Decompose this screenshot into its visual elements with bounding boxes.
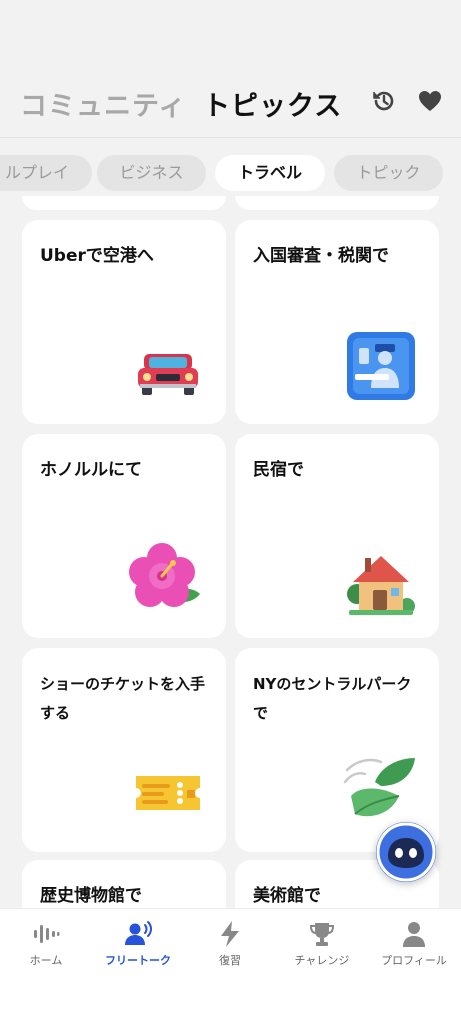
topic-card[interactable]: 歴史博物館で (22, 860, 226, 908)
assistant-fab-button[interactable] (376, 822, 436, 882)
tab-topics[interactable]: トピックス (203, 84, 342, 123)
card-title: NYのセントラルパークで (253, 675, 412, 722)
history-icon[interactable] (370, 87, 398, 115)
soundwave-icon (34, 925, 60, 943)
bottom-navigation: ホーム フリートーク 復習 チャレンジ プロフィール (0, 908, 461, 1025)
nav-label: チャレンジ (294, 954, 350, 967)
nav-free-talk[interactable]: フリートーク (92, 919, 184, 968)
topic-card[interactable]: ホノルルにて (22, 434, 226, 638)
car-icon (138, 354, 198, 395)
tab-community[interactable]: コミュニティ (20, 84, 186, 123)
card-title: Uberで空港へ (40, 246, 154, 266)
robot-mascot-icon (376, 822, 436, 882)
trophy-icon (309, 923, 335, 946)
nav-challenge[interactable]: チャレンジ (276, 919, 368, 968)
card-title: 歴史博物館で (40, 886, 142, 906)
chip-topic[interactable]: トピック (334, 155, 443, 191)
nav-label: ホーム (29, 954, 63, 967)
house-icon (347, 556, 415, 615)
topic-grid: Uberで空港へ 入国審査・税関で ホノルルにて 民宿で ショーのチケットを入手… (0, 196, 461, 908)
chip-business[interactable]: ビジネス (97, 155, 206, 191)
ticket-icon (136, 776, 200, 810)
top-header: コミュニティ トピックス (0, 0, 461, 137)
heart-icon[interactable] (416, 87, 444, 115)
card-title: 美術館で (253, 886, 321, 906)
nav-profile[interactable]: プロフィール (368, 919, 460, 968)
card-title: ホノルルにて (40, 460, 142, 480)
chip-travel[interactable]: トラベル (215, 155, 325, 191)
card-title: 民宿で (253, 460, 304, 480)
topic-card[interactable]: 入国審査・税関で (235, 220, 439, 424)
nav-label: フリートーク (105, 954, 171, 967)
card-title: ショーのチケットを入手する (40, 675, 206, 722)
nav-label: 復習 (219, 954, 241, 967)
card-partial (22, 196, 226, 210)
nav-review[interactable]: 復習 (184, 919, 276, 968)
category-chips: ルプレイ ビジネス トラベル トピック (0, 155, 461, 191)
customs-officer-icon (347, 332, 415, 400)
hibiscus-icon (129, 543, 200, 607)
topic-card[interactable]: 民宿で (235, 434, 439, 638)
chip-roleplay[interactable]: ルプレイ (0, 155, 92, 191)
header-divider (0, 137, 461, 138)
nav-home[interactable]: ホーム (0, 919, 92, 968)
nav-label: プロフィール (381, 954, 447, 967)
card-title: 入国審査・税関で (253, 246, 389, 266)
card-partial (235, 196, 439, 210)
person-icon (403, 922, 425, 947)
speaking-person-icon (125, 921, 152, 945)
topic-card[interactable]: ショーのチケットを入手する (22, 648, 226, 852)
topic-card[interactable]: Uberで空港へ (22, 220, 226, 424)
leaves-icon (343, 758, 415, 817)
lightning-icon (221, 921, 239, 947)
